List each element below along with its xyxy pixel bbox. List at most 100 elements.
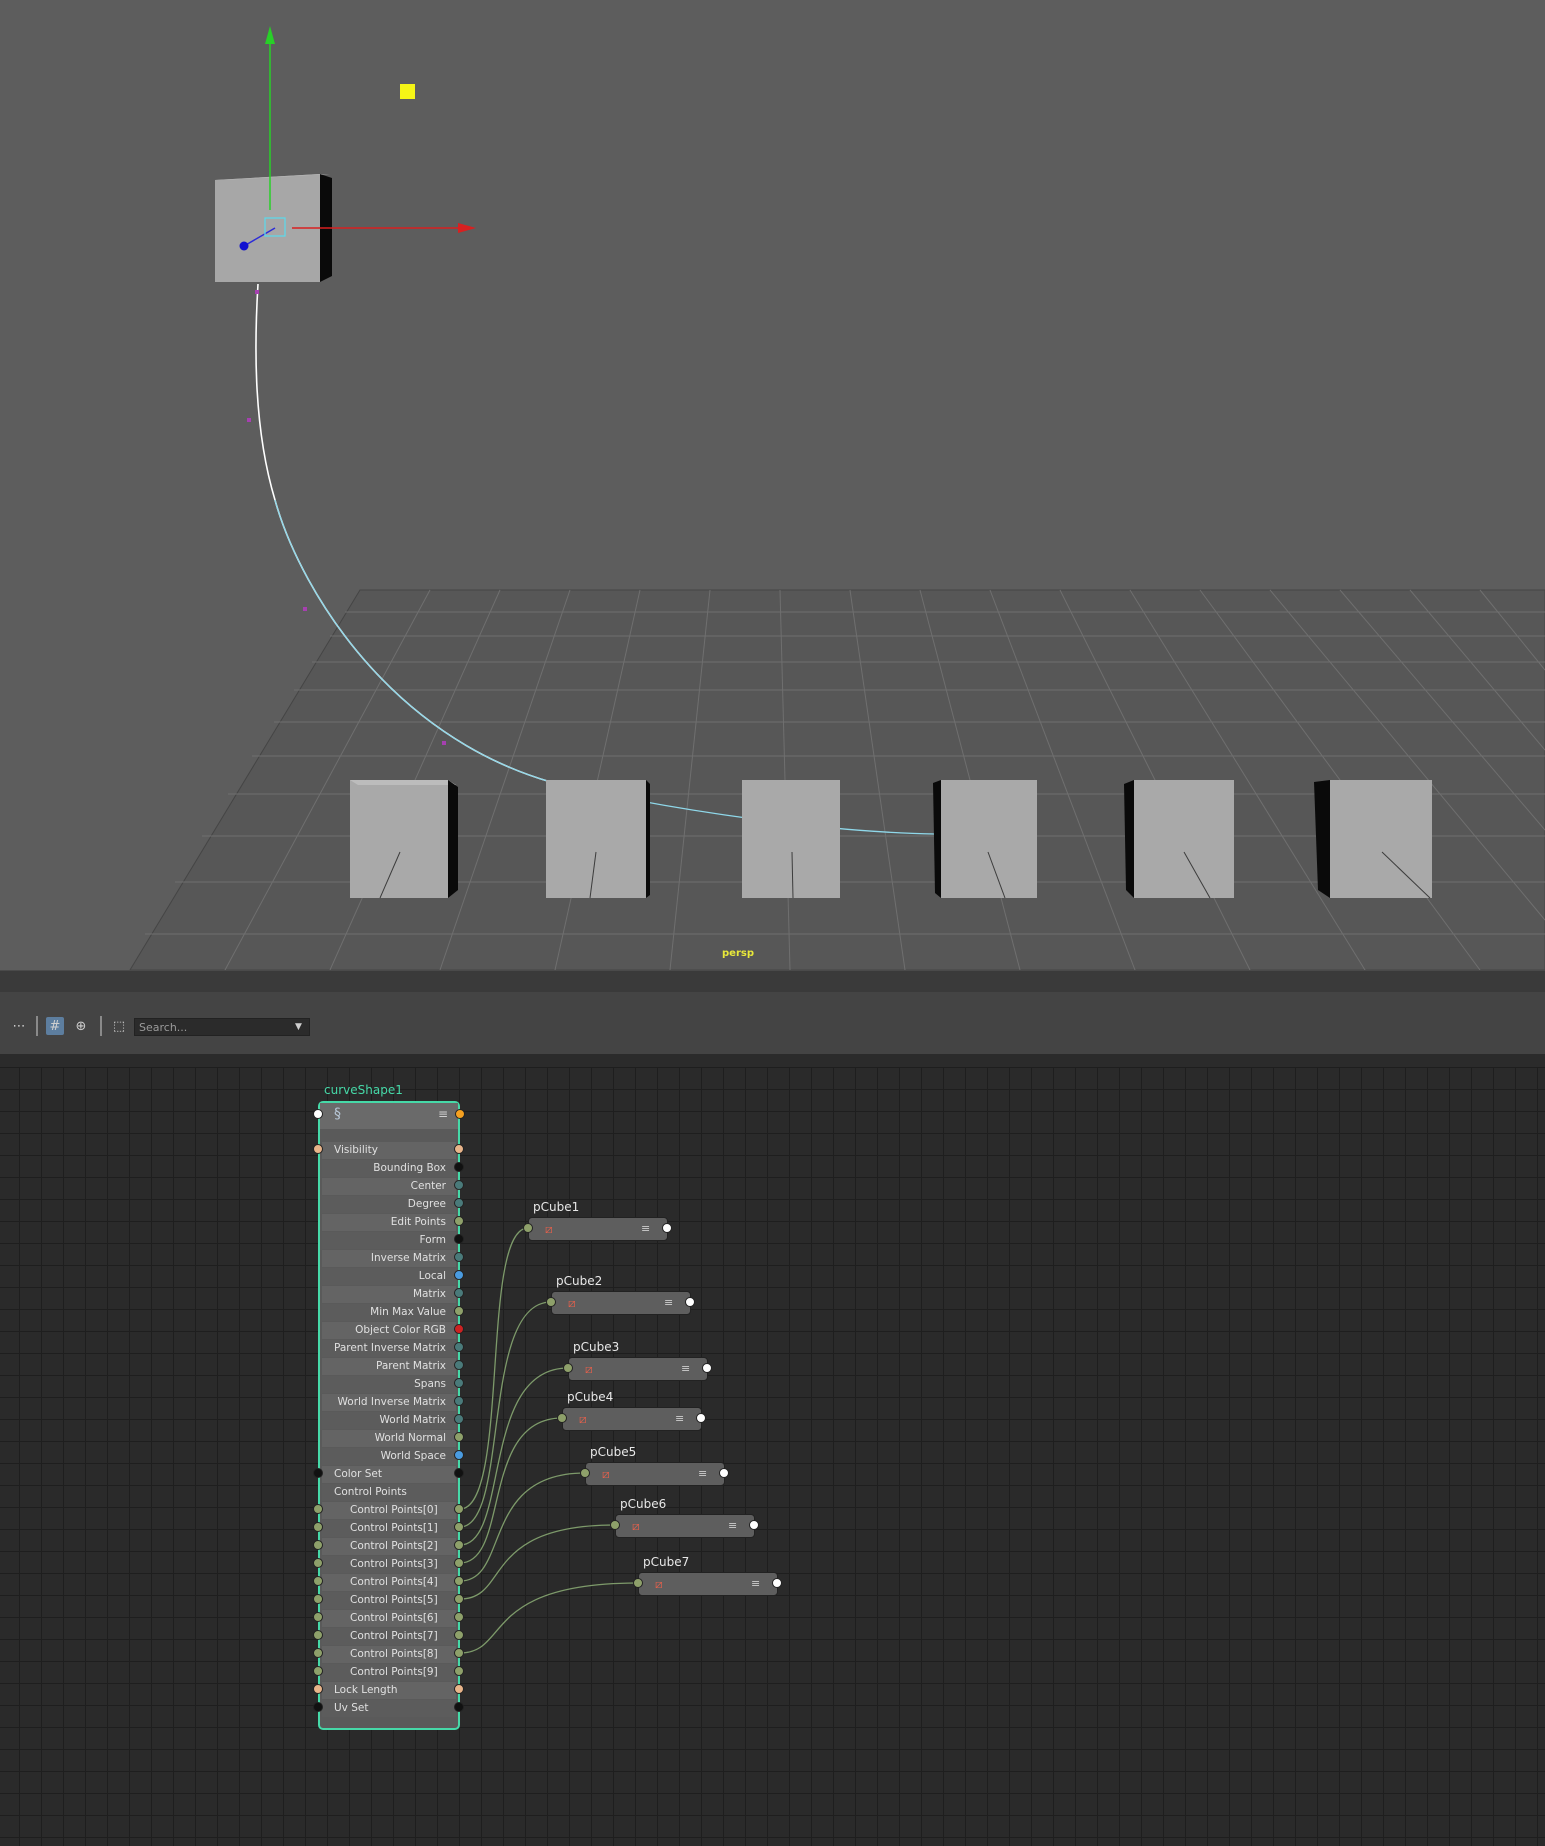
output-port[interactable] [454,1702,464,1712]
menu-icon[interactable]: ≡ [675,1413,687,1425]
menu-icon[interactable]: ≡ [681,1363,693,1375]
node-graph-canvas[interactable] [0,1067,1545,1846]
output-port[interactable] [454,1324,464,1334]
input-port[interactable] [313,1666,323,1676]
output-port[interactable] [749,1520,759,1530]
cube-node[interactable]: pCube6 ⧄ ≡ [615,1497,755,1538]
attribute-row[interactable]: Control Points[0] [322,1502,456,1519]
cube-node[interactable]: pCube3 ⧄ ≡ [568,1340,708,1381]
attribute-row[interactable]: Spans [322,1376,456,1393]
curve-shape-node[interactable]: curveShape1 § ≡ Visibility Bounding Box Ce… [318,1083,460,1730]
graph-layout-icon[interactable]: ⋯ [10,1017,28,1035]
menu-icon[interactable]: ≡ [728,1520,740,1532]
attribute-row[interactable]: Edit Points [322,1214,456,1231]
attribute-row[interactable]: Control Points[5] [322,1592,456,1609]
input-port[interactable] [523,1223,533,1233]
output-port[interactable] [455,1109,465,1119]
output-port[interactable] [454,1342,464,1352]
output-port[interactable] [454,1216,464,1226]
attribute-row[interactable]: Control Points[7] [322,1628,456,1645]
output-port[interactable] [662,1223,672,1233]
attribute-row[interactable]: Lock Length [322,1682,456,1699]
grid-icon[interactable]: # [46,1017,64,1035]
output-port[interactable] [454,1684,464,1694]
output-port[interactable] [454,1594,464,1604]
attribute-row[interactable]: Min Max Value [322,1304,456,1321]
output-port[interactable] [454,1378,464,1388]
output-port[interactable] [454,1666,464,1676]
input-port[interactable] [313,1594,323,1604]
attribute-row[interactable]: Control Points [322,1484,456,1501]
input-port[interactable] [313,1468,323,1478]
input-port[interactable] [313,1504,323,1514]
attribute-row[interactable]: Visibility [322,1142,456,1159]
attribute-row[interactable]: World Inverse Matrix [322,1394,456,1411]
output-port[interactable] [454,1270,464,1280]
attribute-row[interactable]: Control Points[3] [322,1556,456,1573]
input-port[interactable] [557,1413,567,1423]
cube-node[interactable]: pCube7 ⧄ ≡ [638,1555,778,1596]
output-port[interactable] [772,1578,782,1588]
output-port[interactable] [454,1468,464,1478]
attribute-row[interactable]: Color Set [322,1466,456,1483]
output-port[interactable] [719,1468,729,1478]
attribute-row[interactable]: Matrix [322,1286,456,1303]
attribute-row[interactable]: World Space [322,1448,456,1465]
output-port[interactable] [454,1450,464,1460]
input-port[interactable] [563,1363,573,1373]
attribute-row[interactable]: Uv Set [322,1700,456,1717]
menu-icon[interactable]: ≡ [438,1107,448,1121]
input-port[interactable] [313,1612,323,1622]
cube-node[interactable]: pCube1 ⧄ ≡ [528,1200,668,1241]
output-port[interactable] [454,1432,464,1442]
attribute-row[interactable]: World Normal [322,1430,456,1447]
attribute-row[interactable]: Control Points[4] [322,1574,456,1591]
output-port[interactable] [454,1540,464,1550]
menu-icon[interactable]: ≡ [664,1297,676,1309]
cube-node[interactable]: pCube4 ⧄ ≡ [562,1390,702,1431]
output-port[interactable] [454,1396,464,1406]
panel-separator[interactable] [0,970,1545,993]
output-port[interactable] [454,1252,464,1262]
attribute-row[interactable]: Inverse Matrix [322,1250,456,1267]
input-port[interactable] [313,1630,323,1640]
attribute-row[interactable]: Control Points[9] [322,1664,456,1681]
output-port[interactable] [454,1648,464,1658]
attribute-row[interactable]: World Matrix [322,1412,456,1429]
input-port[interactable] [313,1540,323,1550]
attribute-row[interactable]: Control Points[6] [322,1610,456,1627]
input-port[interactable] [313,1109,323,1119]
menu-icon[interactable]: ≡ [698,1468,710,1480]
output-port[interactable] [696,1413,706,1423]
cube-node[interactable]: pCube2 ⧄ ≡ [551,1274,691,1315]
attribute-row[interactable]: Control Points[2] [322,1538,456,1555]
input-port[interactable] [313,1558,323,1568]
input-port[interactable] [580,1468,590,1478]
menu-icon[interactable]: ≡ [641,1223,653,1235]
output-port[interactable] [454,1414,464,1424]
menu-icon[interactable]: ≡ [751,1578,763,1590]
attribute-row[interactable]: Degree [322,1196,456,1213]
viewport-persp[interactable]: persp [0,0,1545,970]
output-port[interactable] [454,1288,464,1298]
output-port[interactable] [454,1612,464,1622]
output-port[interactable] [454,1558,464,1568]
attribute-row[interactable]: Object Color RGB [322,1322,456,1339]
input-port[interactable] [546,1297,556,1307]
input-port[interactable] [313,1684,323,1694]
attribute-row[interactable]: Center [322,1178,456,1195]
cube-node[interactable]: pCube5 ⧄ ≡ [585,1445,725,1486]
output-port[interactable] [454,1630,464,1640]
attribute-row[interactable]: Parent Matrix [322,1358,456,1375]
output-port[interactable] [454,1234,464,1244]
output-port[interactable] [702,1363,712,1373]
input-port[interactable] [610,1520,620,1530]
chevron-down-icon[interactable]: ▼ [295,1022,302,1032]
search-input[interactable]: Search... [134,1018,310,1036]
attribute-row[interactable]: Parent Inverse Matrix [322,1340,456,1357]
input-port[interactable] [313,1144,323,1154]
input-port[interactable] [633,1578,643,1588]
input-port[interactable] [313,1648,323,1658]
output-port[interactable] [454,1504,464,1514]
attribute-row[interactable]: Form [322,1232,456,1249]
